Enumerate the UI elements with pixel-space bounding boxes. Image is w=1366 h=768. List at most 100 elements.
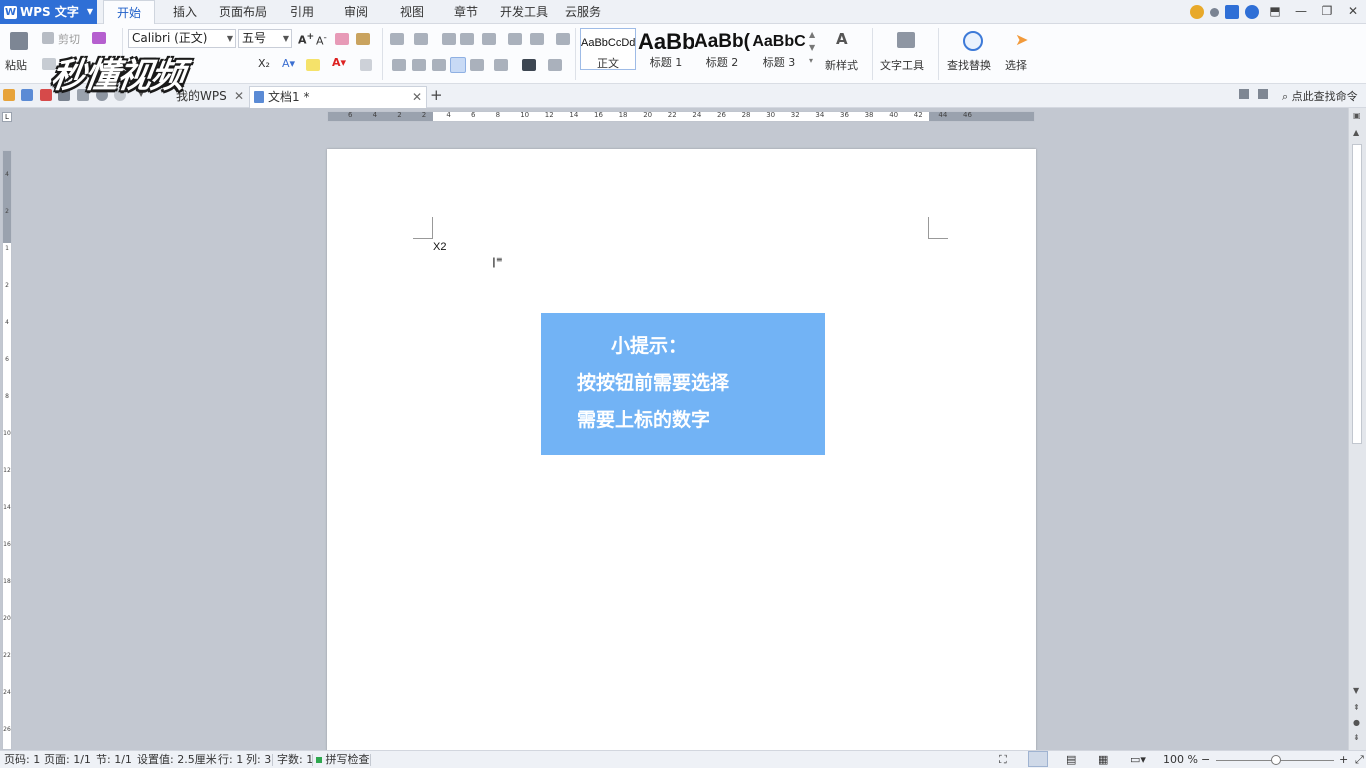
shading-icon[interactable] <box>522 59 536 71</box>
minimize-button[interactable]: — <box>1288 0 1314 24</box>
scroll-down-arrow[interactable]: ▼ <box>1353 686 1359 695</box>
paste-icon[interactable] <box>10 32 28 50</box>
text-tools-icon[interactable] <box>897 32 915 48</box>
paste-button[interactable]: 粘贴 <box>5 57 27 73</box>
outline-view-icon[interactable]: ▤ <box>1066 751 1076 768</box>
distribute-icon[interactable] <box>470 59 484 71</box>
zoom-out-button[interactable]: − <box>1201 751 1210 768</box>
prev-page-icon[interactable]: ⇞ <box>1353 703 1360 712</box>
next-page-icon[interactable]: ⇟ <box>1353 733 1360 742</box>
skin-icon[interactable]: ⬒ <box>1262 0 1288 24</box>
tab-home[interactable]: 开始 <box>103 0 155 25</box>
close-button[interactable]: ✕ <box>1340 0 1366 24</box>
style-normal[interactable]: AaBbCcDd 正文 <box>580 28 636 70</box>
tab-developer[interactable]: 开发工具 <box>496 0 552 24</box>
comment-icon[interactable] <box>1258 89 1268 99</box>
new-style-button[interactable]: 新样式 <box>825 57 858 73</box>
clear-format-icon[interactable] <box>335 33 349 45</box>
page-view-icon[interactable] <box>1028 751 1048 767</box>
font-color-button[interactable]: A▾ <box>332 56 346 69</box>
pin-icon[interactable] <box>1239 89 1249 99</box>
increase-indent-icon[interactable] <box>460 33 474 45</box>
justify-icon[interactable] <box>450 57 466 73</box>
style-heading-3[interactable]: AaBbC 标题 3 <box>751 28 807 70</box>
status-row[interactable]: 行: 1 <box>218 751 243 768</box>
status-setting[interactable]: 设置值: 2.5厘米 <box>137 751 217 768</box>
command-search[interactable]: ⌕ 点此查找命令 <box>1282 88 1358 104</box>
gear-icon[interactable] <box>1210 7 1219 17</box>
scroll-thumb[interactable] <box>1352 144 1362 444</box>
status-word-count[interactable]: 字数: 1 <box>277 751 313 768</box>
app-menu-button[interactable]: W WPS 文字 ▼ <box>0 0 97 24</box>
text-effect-button[interactable]: A▾ <box>282 57 295 70</box>
bullet-list-icon[interactable] <box>390 33 404 45</box>
borders-icon[interactable] <box>548 59 562 71</box>
char-scale-icon[interactable] <box>482 33 496 45</box>
tab-stop-selector[interactable]: L <box>2 112 12 122</box>
zoom-slider[interactable] <box>1216 755 1334 765</box>
close-icon[interactable]: ✕ <box>412 87 422 107</box>
style-heading-1[interactable]: AaBb 标题 1 <box>638 28 694 70</box>
new-tab-button[interactable]: + <box>430 86 443 104</box>
pinyin-icon[interactable] <box>356 33 370 45</box>
status-section[interactable]: 节: 1/1 <box>96 751 132 768</box>
tab-view[interactable]: 视图 <box>390 0 434 24</box>
document-page[interactable]: X2 小提示： 按按钮前需要选择 需要上标的数字 <box>327 149 1036 759</box>
web-view-icon[interactable]: ▦ <box>1098 751 1108 768</box>
font-size-select[interactable]: 五号 ▼ <box>238 29 292 48</box>
find-replace-button[interactable]: 查找替换 <box>947 57 991 73</box>
shrink-font-button[interactable]: A- <box>316 32 327 48</box>
tab-review[interactable]: 审阅 <box>334 0 378 24</box>
table-icon[interactable] <box>556 33 570 45</box>
format-painter-icon[interactable] <box>92 32 106 44</box>
sort-icon[interactable] <box>508 33 522 45</box>
tab-cloud[interactable]: 云服务 <box>560 0 606 24</box>
font-name-select[interactable]: Calibri (正文) ▼ <box>128 29 236 48</box>
scroll-options-icon[interactable]: ▣ <box>1353 111 1361 120</box>
select-button[interactable]: 选择 <box>1005 57 1027 73</box>
focus-mode-icon[interactable]: ⛶ <box>999 751 1007 768</box>
select-cursor-icon[interactable]: ➤ <box>1015 30 1028 49</box>
status-page-code[interactable]: 页码: 1 <box>4 751 40 768</box>
text-tools-button[interactable]: 文字工具 <box>880 57 924 73</box>
new-style-icon[interactable]: A <box>836 30 848 48</box>
help-icon[interactable] <box>1245 5 1259 19</box>
tab-document-1[interactable]: 文档1 * ✕ <box>249 86 427 108</box>
style-heading-2[interactable]: AaBb( 标题 2 <box>694 28 750 70</box>
body-text[interactable]: X2 <box>433 241 446 253</box>
vertical-scrollbar[interactable]: ▣ ▲ ▼ ⇞ ● ⇟ <box>1348 108 1366 750</box>
close-icon[interactable]: ✕ <box>234 86 244 106</box>
zoom-slider-thumb[interactable] <box>1271 755 1281 765</box>
grow-font-button[interactable]: A+ <box>298 31 314 47</box>
vertical-ruler[interactable]: 4 2 1 2 4 6 8 10 12 14 16 18 20 22 24 26 <box>2 150 12 750</box>
d-icon[interactable] <box>1225 5 1239 19</box>
style-scroll[interactable]: ▲ ▼ ▾ <box>809 28 815 67</box>
scroll-up-arrow[interactable]: ▲ <box>1353 128 1359 137</box>
line-spacing-icon[interactable] <box>494 59 508 71</box>
tab-page-layout[interactable]: 页面布局 <box>214 0 272 24</box>
scissors-icon[interactable] <box>42 32 54 44</box>
open-icon[interactable] <box>3 89 15 101</box>
align-center-icon[interactable] <box>412 59 426 71</box>
align-right-icon[interactable] <box>432 59 446 71</box>
reading-view-icon[interactable]: ▭▾ <box>1130 751 1146 768</box>
subscript-button[interactable]: X₂ <box>258 57 270 70</box>
cut-button[interactable]: 剪切 <box>58 31 80 47</box>
select-browse-icon[interactable]: ● <box>1353 718 1360 727</box>
highlight-icon[interactable] <box>306 59 320 71</box>
tab-references[interactable]: 引用 <box>280 0 324 24</box>
chrome-icon[interactable] <box>1190 5 1204 19</box>
char-border-icon[interactable] <box>360 59 372 71</box>
horizontal-ruler[interactable]: 6 4 2 2 4 6 8 10 12 14 16 18 20 22 24 26 28 30 32 34 36 38 40 4… <box>327 111 1035 122</box>
zoom-level[interactable]: 100 % <box>1163 751 1198 768</box>
show-marks-icon[interactable] <box>530 33 544 45</box>
tab-insert[interactable]: 插入 <box>162 0 208 24</box>
number-list-icon[interactable] <box>414 33 428 45</box>
zoom-in-button[interactable]: + <box>1339 751 1348 768</box>
save-icon[interactable] <box>21 89 33 101</box>
restore-button[interactable]: ❐ <box>1314 0 1340 24</box>
status-col[interactable]: 列: 3 <box>246 751 271 768</box>
status-pages[interactable]: 页面: 1/1 <box>44 751 91 768</box>
fit-icon[interactable]: ⤢ <box>1355 751 1364 768</box>
decrease-indent-icon[interactable] <box>442 33 456 45</box>
